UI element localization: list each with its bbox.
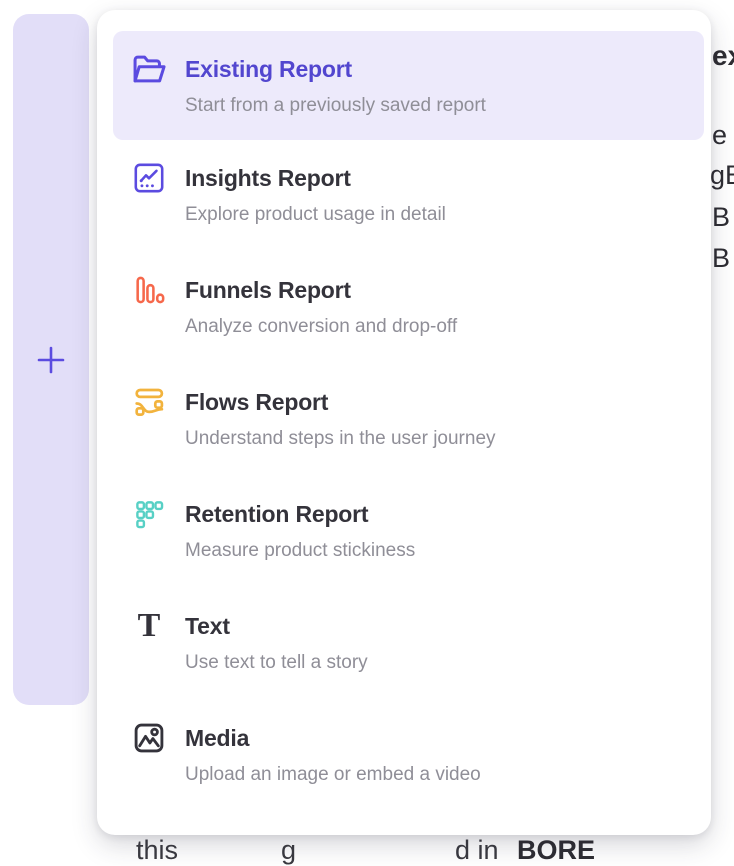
flow-icon	[129, 384, 169, 420]
bg-text-fragment: this	[136, 835, 178, 866]
funnel-bars-icon	[129, 272, 169, 308]
menu-item-subtitle: Analyze conversion and drop-off	[185, 314, 457, 340]
menu-item-flows-report[interactable]: Flows Report Understand steps in the use…	[113, 364, 704, 476]
bg-text-fragment: e	[712, 120, 727, 151]
retention-grid-icon	[129, 496, 169, 532]
bg-text-fragment: gB	[710, 160, 734, 191]
menu-item-retention-report[interactable]: Retention Report Measure product stickin…	[113, 476, 704, 588]
bg-text-fragment: d in	[455, 835, 499, 866]
menu-item-subtitle: Measure product stickiness	[185, 538, 415, 564]
media-image-icon	[129, 720, 169, 756]
plus-icon[interactable]	[35, 344, 67, 376]
menu-item-title: Retention Report	[185, 499, 415, 529]
text-icon: T	[129, 608, 169, 644]
menu-item-subtitle: Start from a previously saved report	[185, 93, 486, 119]
bg-text-fragment: B	[712, 202, 730, 233]
folder-open-icon	[129, 51, 169, 87]
add-content-dropdown: Existing Report Start from a previously …	[97, 10, 711, 835]
line-chart-icon	[129, 160, 169, 196]
menu-item-title: Flows Report	[185, 387, 496, 417]
menu-item-insights-report[interactable]: Insights Report Explore product usage in…	[113, 140, 704, 252]
menu-item-subtitle: Understand steps in the user journey	[185, 426, 496, 452]
menu-item-title: Media	[185, 723, 481, 753]
bg-text-fragment: g	[281, 835, 296, 866]
menu-item-title: Funnels Report	[185, 275, 457, 305]
menu-item-existing-report[interactable]: Existing Report Start from a previously …	[113, 31, 704, 140]
menu-item-subtitle: Use text to tell a story	[185, 650, 368, 676]
menu-item-title: Existing Report	[185, 54, 486, 84]
menu-item-title: Insights Report	[185, 163, 446, 193]
menu-item-subtitle: Upload an image or embed a video	[185, 762, 481, 788]
bg-text-fragment: BORE	[517, 835, 595, 866]
menu-item-funnels-report[interactable]: Funnels Report Analyze conversion and dr…	[113, 252, 704, 364]
add-content-bar[interactable]	[13, 14, 89, 705]
menu-item-text[interactable]: T Text Use text to tell a story	[113, 588, 704, 700]
bg-text-fragment: ex	[712, 40, 734, 72]
menu-item-media[interactable]: Media Upload an image or embed a video	[113, 700, 704, 812]
menu-item-title: Text	[185, 611, 368, 641]
bg-text-fragment: B	[712, 243, 730, 274]
menu-item-subtitle: Explore product usage in detail	[185, 202, 446, 228]
